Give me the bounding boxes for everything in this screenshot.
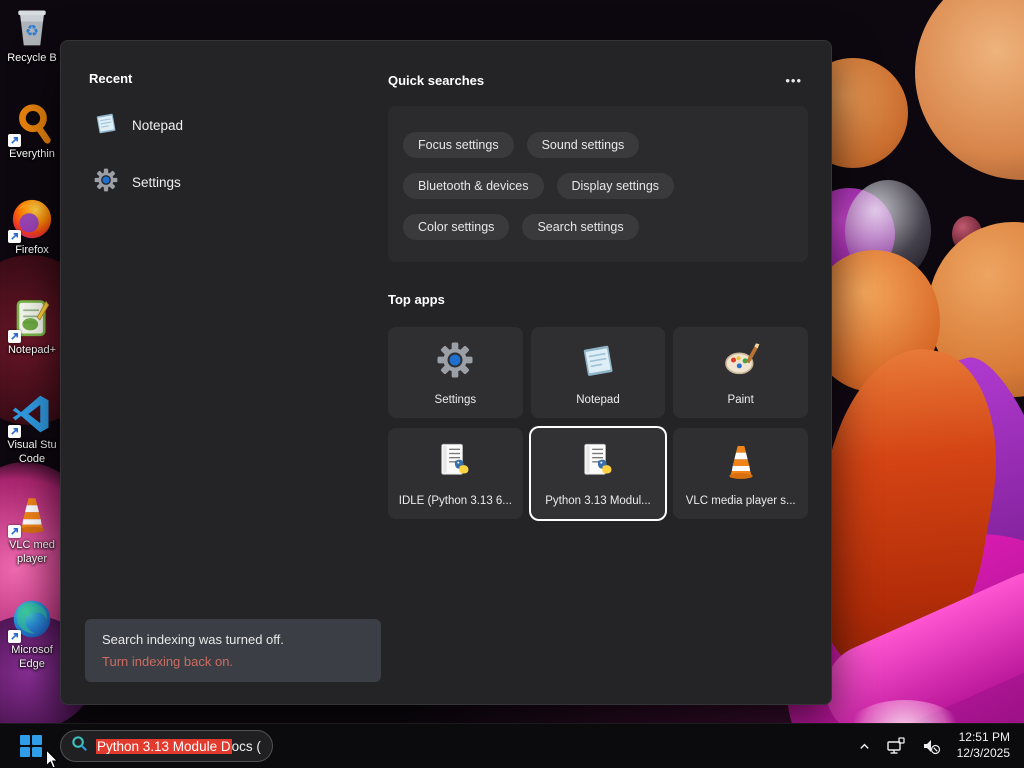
start-button[interactable] <box>10 726 52 766</box>
app-tile-settings[interactable]: Settings <box>388 327 523 418</box>
search-results-column: Quick searches ••• Focus settings Sound … <box>388 71 808 519</box>
firefox-icon <box>8 196 55 243</box>
search-flyout-panel: Recent Notepad Settings Quick searches •… <box>60 40 832 705</box>
shortcut-arrow-badge <box>8 330 21 343</box>
quick-search-pill[interactable]: Bluetooth & devices <box>403 173 544 199</box>
recent-title: Recent <box>89 71 133 86</box>
desktop-icon-edge[interactable]: Microsof Edge <box>1 596 63 672</box>
volume-muted-icon[interactable] <box>918 732 944 760</box>
network-ethernet-icon[interactable] <box>883 732 909 760</box>
quick-search-pill[interactable]: Focus settings <box>403 132 514 158</box>
shortcut-arrow-badge <box>8 525 21 538</box>
recent-item-label: Settings <box>132 175 181 190</box>
desktop-icon-firefox[interactable]: Firefox <box>1 196 63 258</box>
edge-icon <box>8 596 55 643</box>
search-icon <box>71 735 88 757</box>
tray-chevron-up-icon[interactable] <box>855 736 874 757</box>
app-tile-label: Paint <box>727 393 754 406</box>
app-tile-idle-python[interactable]: IDLE (Python 3.13 6... <box>388 428 523 519</box>
quick-searches-title: Quick searches <box>388 73 485 88</box>
quick-search-pill[interactable]: Sound settings <box>526 132 640 158</box>
turn-indexing-on-link[interactable]: Turn indexing back on. <box>102 654 364 669</box>
desktop-icon-label: Microsof Edge <box>11 644 53 670</box>
desktop-icon-label: Everythin <box>9 148 55 160</box>
app-tile-label: VLC media player s... <box>685 494 796 507</box>
taskbar-clock[interactable]: 12:51 PM 12/3/2025 <box>953 728 1014 763</box>
shortcut-arrow-badge <box>8 630 21 643</box>
shortcut-arrow-badge <box>8 134 21 147</box>
everything-icon <box>8 100 55 147</box>
clock-date: 12/3/2025 <box>956 746 1010 760</box>
app-tile-label: IDLE (Python 3.13 6... <box>398 494 512 507</box>
taskbar: Python 3.13 Module Docs ( 12:51 PM 12/3/… <box>0 723 1024 768</box>
desktop-icon-notepad-plus-plus[interactable]: Notepad+ <box>1 296 63 358</box>
clock-time: 12:51 PM <box>958 730 1010 745</box>
app-tile-paint[interactable]: Paint <box>673 327 808 418</box>
gear-icon <box>435 340 475 385</box>
app-tile-python-module-docs[interactable]: Python 3.13 Modul... <box>530 428 666 519</box>
vlc-icon <box>8 491 55 538</box>
quick-search-pill[interactable]: Search settings <box>522 214 639 240</box>
vscode-icon <box>8 391 55 438</box>
quick-searches-box: Focus settings Sound settings Bluetooth … <box>388 106 808 262</box>
recent-item-settings[interactable]: Settings <box>89 165 369 200</box>
python-document-icon <box>435 441 475 486</box>
desktop-icon-label: Recycle B <box>7 52 57 64</box>
desktop-icon-vlc[interactable]: VLC med player <box>1 491 63 567</box>
paint-palette-icon <box>721 340 761 385</box>
desktop-icon-vscode[interactable]: Visual Stu Code <box>1 391 63 467</box>
python-document-icon <box>578 441 618 486</box>
search-query-text: Python 3.13 Module Docs ( <box>96 738 261 754</box>
desktop-icon-recycle-bin[interactable]: ♻ Recycle B <box>1 4 63 66</box>
search-query-rest: ocs ( <box>231 738 261 754</box>
top-apps-grid: Settings Notepad Paint IDLE (Python 3.13… <box>388 327 808 519</box>
svg-text:♻: ♻ <box>25 23 39 40</box>
desktop-icon-label: Visual Stu Code <box>7 439 57 465</box>
desktop-icon-label: VLC med player <box>9 539 55 565</box>
recent-section: Recent Notepad Settings <box>89 71 369 200</box>
recent-item-label: Notepad <box>132 118 184 133</box>
shortcut-arrow-badge <box>8 425 21 438</box>
search-query-selected: Python 3.13 Module D <box>96 738 232 754</box>
app-tile-label: Notepad <box>576 393 620 406</box>
gear-icon <box>93 167 119 198</box>
notepad-plus-plus-icon <box>8 296 55 343</box>
top-apps-title: Top apps <box>388 292 445 307</box>
system-tray: 12:51 PM 12/3/2025 <box>855 728 1024 763</box>
desktop-icon-label: Firefox <box>15 244 49 256</box>
windows-logo-icon <box>20 735 42 757</box>
app-tile-vlc[interactable]: VLC media player s... <box>673 428 808 519</box>
vlc-cone-icon <box>721 441 761 486</box>
desktop-icon-label: Notepad+ <box>7 344 56 356</box>
indexing-notice: Search indexing was turned off. Turn ind… <box>85 619 381 682</box>
wallpaper-blob <box>915 0 1024 180</box>
quick-search-pill[interactable]: Display settings <box>556 173 675 199</box>
app-tile-notepad[interactable]: Notepad <box>530 327 666 418</box>
desktop-icon-everything[interactable]: Everythin <box>1 100 63 162</box>
quick-search-pill[interactable]: Color settings <box>403 214 510 240</box>
taskbar-search-input[interactable]: Python 3.13 Module Docs ( <box>60 730 273 762</box>
notepad-icon <box>578 340 618 385</box>
indexing-notice-message: Search indexing was turned off. <box>102 632 284 647</box>
notepad-icon <box>93 110 119 141</box>
app-tile-label: Settings <box>434 393 477 406</box>
recycle-bin-icon: ♻ <box>9 4 55 50</box>
shortcut-arrow-badge <box>8 230 21 243</box>
more-options-icon[interactable]: ••• <box>779 71 808 90</box>
app-tile-label: Python 3.13 Modul... <box>545 494 651 507</box>
recent-item-notepad[interactable]: Notepad <box>89 108 369 143</box>
